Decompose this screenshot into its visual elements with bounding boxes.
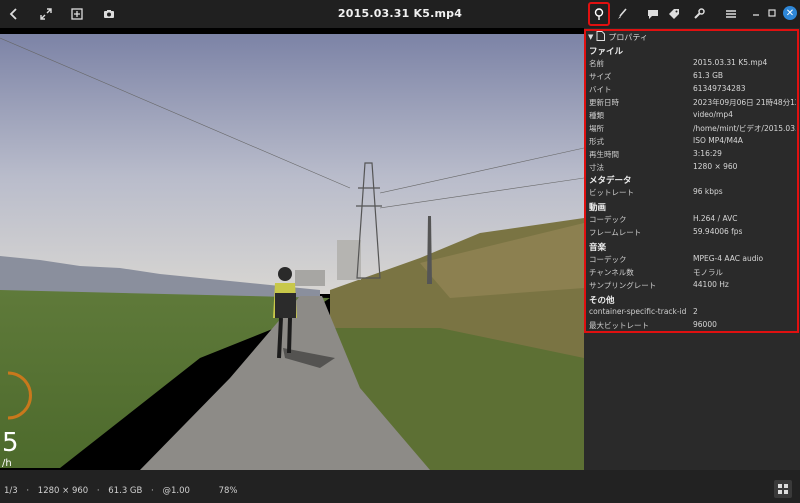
property-value: 2 bbox=[693, 307, 698, 316]
property-key: サンプリングレート bbox=[589, 281, 657, 290]
property-value: モノラル bbox=[693, 268, 723, 277]
property-value: 59.94006 fps bbox=[693, 227, 743, 236]
property-key: チャンネル数 bbox=[589, 268, 634, 277]
property-key: 再生時間 bbox=[589, 150, 619, 159]
video-scene bbox=[0, 28, 584, 470]
property-key: 種類 bbox=[589, 111, 604, 120]
property-key: バイト bbox=[589, 85, 612, 94]
status-text: 1/3 · 1280 × 960 · 61.3 GB · @1.00 78% bbox=[4, 486, 238, 496]
property-key: サイズ bbox=[589, 72, 612, 81]
property-key: 寸法 bbox=[589, 163, 604, 172]
status-file-size: 61.3 GB bbox=[108, 486, 143, 496]
property-key: 形式 bbox=[589, 137, 604, 146]
status-separator: · bbox=[26, 486, 30, 496]
status-zoom-factor: @1.00 bbox=[162, 486, 190, 496]
triangle-down-icon: ▼ bbox=[588, 33, 594, 41]
property-key: ビットレート bbox=[589, 188, 634, 197]
property-value: 96000 bbox=[693, 320, 717, 329]
properties-panel bbox=[584, 28, 800, 470]
property-value: video/mp4 bbox=[693, 110, 733, 119]
property-value: H.264 / AVC bbox=[693, 214, 738, 223]
property-key: 更新日時 bbox=[589, 98, 619, 107]
section-heading: ファイル bbox=[589, 47, 624, 57]
brush-icon[interactable] bbox=[612, 4, 632, 24]
video-frame[interactable]: 5 /h bbox=[0, 28, 584, 470]
comment-icon[interactable] bbox=[643, 4, 663, 24]
properties-button-highlight bbox=[588, 2, 610, 26]
property-key: コーデック bbox=[589, 255, 627, 264]
property-key: 場所 bbox=[589, 124, 604, 133]
property-value: 61349734283 bbox=[693, 84, 746, 93]
status-index: 1/3 bbox=[4, 486, 18, 496]
property-value: 3:16:29 bbox=[693, 149, 722, 158]
property-key: 名前 bbox=[589, 59, 604, 68]
status-separator: · bbox=[151, 486, 154, 496]
property-value: 61.3 GB bbox=[693, 71, 724, 80]
property-key: コーデック bbox=[589, 215, 627, 224]
property-value: 1280 × 960 bbox=[693, 162, 738, 171]
section-heading: 音楽 bbox=[589, 243, 607, 253]
property-value: 2023年09月06日 21時48分12秒 bbox=[693, 98, 796, 107]
property-key: 最大ビットレート bbox=[589, 321, 649, 330]
tag-icon[interactable] bbox=[664, 4, 684, 24]
file-icon bbox=[596, 31, 606, 43]
properties-panel-header[interactable]: ▼ プロパティ bbox=[588, 31, 648, 43]
property-value: MPEG-4 AAC audio bbox=[693, 254, 764, 263]
status-dimensions: 1280 × 960 bbox=[37, 486, 89, 496]
hamburger-menu-icon[interactable] bbox=[721, 4, 741, 24]
grid-icon[interactable] bbox=[774, 480, 792, 498]
top-toolbar: 2015.03.31 K5.mp4 ✕ bbox=[0, 0, 800, 28]
maximize-icon[interactable] bbox=[765, 6, 779, 20]
section-heading: その他 bbox=[589, 296, 615, 306]
speed-overlay-value: 5 bbox=[2, 428, 19, 458]
property-key: フレームレート bbox=[589, 228, 642, 237]
section-heading: メタデータ bbox=[589, 176, 632, 186]
properties-panel-title: プロパティ bbox=[608, 32, 648, 42]
minimize-icon[interactable] bbox=[749, 6, 763, 20]
property-value: /home/mint/ビデオ/2015.03.31 bbox=[693, 124, 796, 133]
close-icon[interactable]: ✕ bbox=[783, 6, 797, 20]
status-separator: · bbox=[96, 486, 100, 496]
speed-overlay-unit: /h bbox=[2, 458, 12, 469]
status-zoom-percent: 78% bbox=[218, 486, 238, 496]
property-value: ISO MP4/M4A bbox=[693, 136, 743, 145]
property-key: container-specific-track-id bbox=[589, 307, 687, 316]
section-heading: 動画 bbox=[589, 203, 607, 213]
property-value: 96 kbps bbox=[693, 187, 723, 196]
wrench-icon[interactable] bbox=[689, 4, 709, 24]
property-value: 2015.03.31 K5.mp4 bbox=[693, 58, 768, 67]
property-value: 44100 Hz bbox=[693, 280, 729, 289]
